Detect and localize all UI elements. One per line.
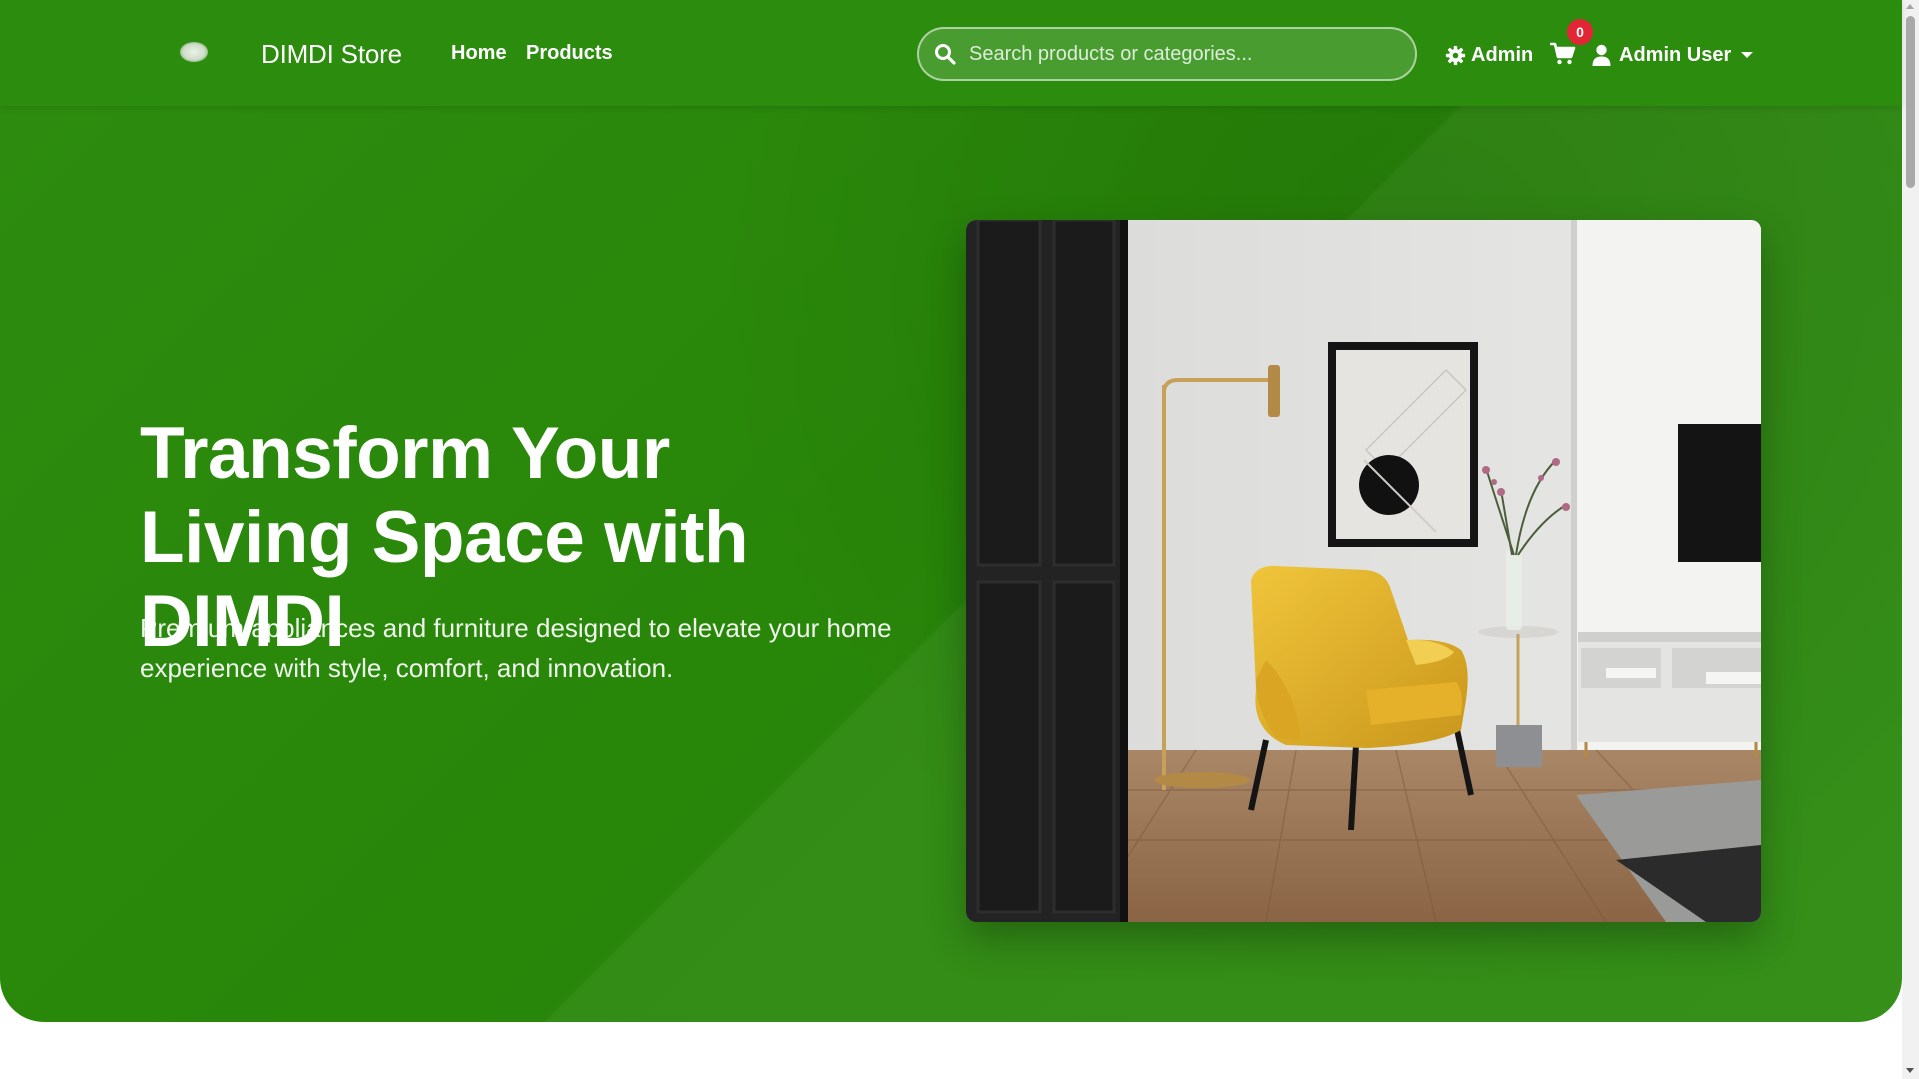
user-icon [1592, 44, 1611, 66]
hero-section: Transform Your Living Space with DIMDI P… [0, 90, 1902, 1022]
gear-icon [1445, 45, 1466, 65]
scroll-up-arrow-icon[interactable] [1906, 4, 1914, 9]
user-dropdown[interactable]: Admin User [1592, 42, 1754, 68]
search-bar[interactable] [917, 27, 1417, 81]
cart-icon[interactable] [1550, 42, 1576, 66]
scroll-thumb[interactable] [1906, 16, 1915, 188]
brand-name[interactable]: DIMDI Store [261, 39, 402, 70]
cart-count-badge: 0 [1567, 19, 1593, 45]
brand-logo[interactable] [180, 42, 208, 62]
nav-products-link[interactable]: Products [526, 42, 613, 65]
user-name: Admin User [1619, 43, 1732, 66]
search-icon[interactable] [933, 42, 957, 66]
chevron-down-icon [1741, 52, 1754, 58]
top-navbar: DIMDI Store Home Products Admin [0, 0, 1902, 106]
hero-image [966, 220, 1761, 922]
scroll-down-arrow-icon[interactable] [1906, 1068, 1914, 1073]
search-input[interactable] [969, 29, 1399, 79]
nav-home-link[interactable]: Home [451, 42, 507, 65]
admin-link[interactable]: Admin [1445, 42, 1533, 68]
admin-label: Admin [1471, 43, 1534, 66]
hero-subtitle: Premium appliances and furniture designe… [140, 613, 892, 683]
page-scrollbar[interactable] [1902, 0, 1919, 1079]
